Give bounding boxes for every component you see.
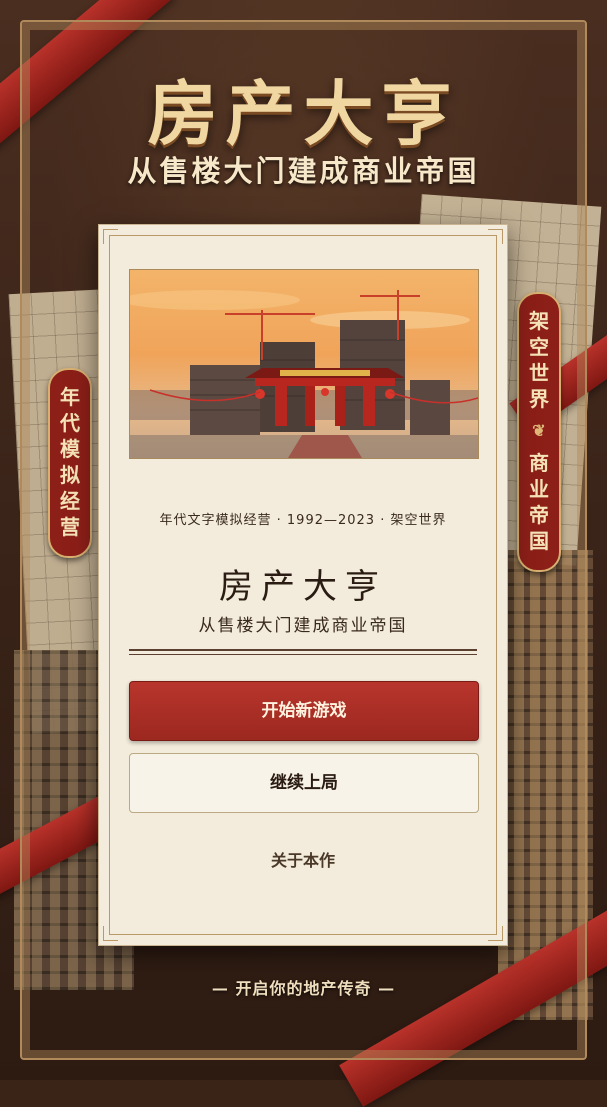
divider [129, 649, 477, 655]
card-corner-ornament [103, 229, 118, 244]
banner-business-empire-label: 商业帝国 [529, 451, 549, 553]
banner-era-simulation: 年代模拟经营 [48, 368, 92, 558]
game-subtitle: 从售楼大门建成商业帝国 [127, 154, 480, 188]
card-subtitle: 从售楼大门建成商业帝国 [198, 616, 408, 636]
about-link[interactable]: 关于本作 [99, 847, 507, 871]
footer-tagline: — 开启你的地产传奇 — [211, 979, 396, 998]
banner-era-simulation-label: 年代模拟经营 [60, 385, 80, 539]
new-game-button[interactable]: 开始新游戏 [129, 681, 479, 741]
card-corner-ornament [488, 926, 503, 941]
card-title: 房产大亨 [219, 567, 387, 607]
title-card: 年代文字模拟经营 · 1992—2023 · 架空世界 房产大亨 从售楼大门建成… [98, 224, 508, 946]
card-corner-ornament [103, 926, 118, 941]
sales-gate-illustration [129, 269, 479, 459]
continue-game-button[interactable]: 继续上局 [129, 753, 479, 813]
banner-fictional-world: 架空世界 ❦ 商业帝国 [517, 292, 561, 572]
banner-fictional-world-label: 架空世界 [529, 309, 549, 411]
feather-ornament-icon: ❦ [532, 421, 546, 440]
card-corner-ornament [488, 229, 503, 244]
card-caption: 年代文字模拟经营 · 1992—2023 · 架空世界 [159, 513, 447, 528]
game-title: 房产大亨 [147, 72, 460, 155]
